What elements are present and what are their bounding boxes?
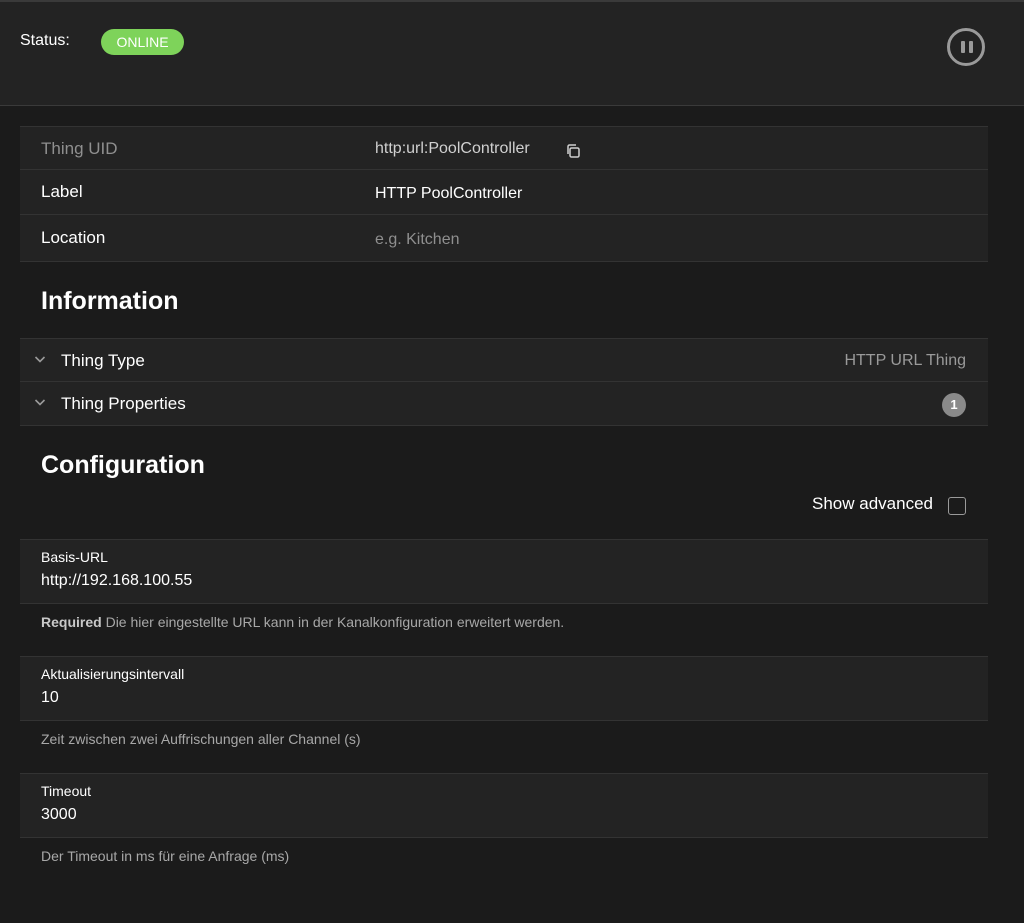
timeout-input[interactable]: 3000 <box>41 806 941 824</box>
pause-bar-right <box>969 41 973 53</box>
interval-field[interactable]: Aktualisierungsintervall 10 <box>20 656 988 721</box>
pause-bar-left <box>961 41 965 53</box>
properties-count-badge: 1 <box>942 393 966 417</box>
show-advanced-label[interactable]: Show advanced <box>812 494 933 514</box>
basis-url-field[interactable]: Basis-URL http://192.168.100.55 <box>20 539 988 604</box>
location-input[interactable]: e.g. Kitchen <box>375 231 460 249</box>
information-title: Information <box>41 287 179 315</box>
timeout-label: Timeout <box>41 783 92 799</box>
thing-type-row[interactable]: Thing Type HTTP URL Thing <box>20 339 988 382</box>
interval-input[interactable]: 10 <box>41 689 941 707</box>
timeout-hint: Der Timeout in ms für eine Anfrage (ms) <box>41 848 290 864</box>
label-label: Label <box>41 182 83 201</box>
thing-properties-row[interactable]: Thing Properties 1 <box>20 382 988 425</box>
chevron-down-icon <box>34 399 46 406</box>
basis-url-hint: Required Die hier eingestellte URL kann … <box>41 614 564 630</box>
location-row[interactable]: Location e.g. Kitchen <box>20 215 988 261</box>
timeout-field[interactable]: Timeout 3000 <box>20 773 988 838</box>
thing-uid-value: http:url:PoolController <box>375 140 530 157</box>
thing-info-list: Thing UID http:url:PoolController Label … <box>20 126 988 262</box>
status-header: Status: ONLINE <box>0 0 1024 106</box>
thing-uid-label: Thing UID <box>41 139 118 158</box>
thing-properties-label: Thing Properties <box>61 394 186 413</box>
show-advanced-checkbox[interactable] <box>948 497 966 515</box>
interval-label: Aktualisierungsintervall <box>41 666 185 682</box>
information-list: Thing Type HTTP URL Thing Thing Properti… <box>20 338 988 426</box>
status-badge: ONLINE <box>101 29 184 55</box>
label-value[interactable]: HTTP PoolController <box>375 185 522 203</box>
chevron-down-icon <box>34 356 46 363</box>
thing-type-value: HTTP URL Thing <box>844 352 966 369</box>
thing-type-label: Thing Type <box>61 351 145 370</box>
pause-icon[interactable] <box>947 28 985 66</box>
interval-hint: Zeit zwischen zwei Auffrischungen aller … <box>41 731 361 747</box>
copy-icon[interactable] <box>565 143 581 159</box>
thing-uid-row: Thing UID http:url:PoolController <box>20 127 988 170</box>
required-marker: Required <box>41 614 102 630</box>
status-label: Status: <box>20 32 70 49</box>
basis-url-label: Basis-URL <box>41 549 108 565</box>
basis-url-input[interactable]: http://192.168.100.55 <box>41 572 941 590</box>
basis-url-hint-text: Die hier eingestellte URL kann in der Ka… <box>105 614 565 630</box>
label-row[interactable]: Label HTTP PoolController <box>20 170 988 215</box>
configuration-title: Configuration <box>41 451 205 479</box>
location-label: Location <box>41 228 106 247</box>
